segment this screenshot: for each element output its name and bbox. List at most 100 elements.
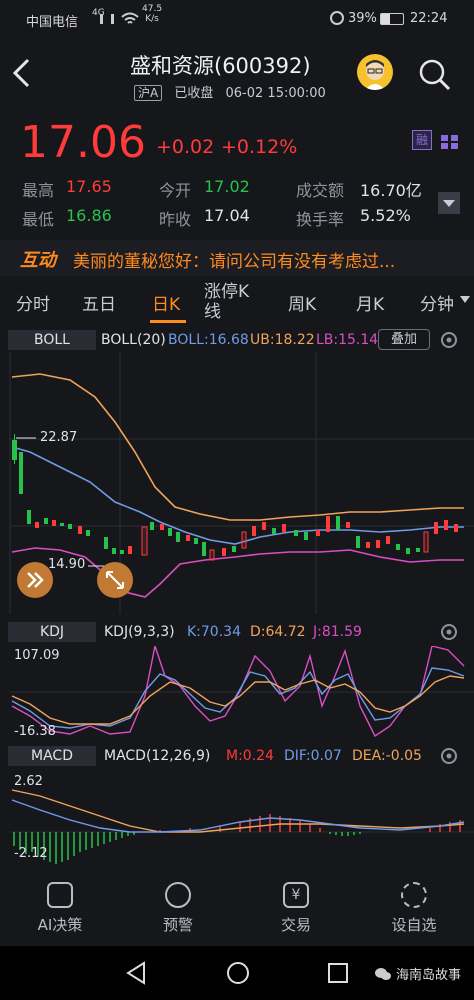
news-ticker[interactable]: 互动 美丽的董秘您好：请问公司有没有考虑过... — [0, 240, 474, 276]
boll-mid-value: BOLL:16.68 — [168, 332, 249, 348]
watchlist-icon — [401, 882, 427, 908]
low-value: 16.86 — [66, 206, 112, 225]
high-value: 17.65 — [66, 177, 112, 196]
kdj-params: KDJ(9,3,3) — [104, 624, 175, 640]
expand-left-button[interactable] — [17, 562, 53, 598]
market-state: 已收盘 — [174, 86, 214, 101]
price-change-percent: +0.12% — [221, 136, 298, 158]
margin-badge: 融 — [412, 130, 432, 150]
low-label: 最低 — [22, 210, 55, 229]
avatar[interactable] — [357, 54, 393, 90]
boll-header: BOLL BOLL(20) BOLL:16.68 UB:18.22 LB:15.… — [0, 328, 474, 352]
boll-high-mark: 22.87 — [40, 430, 78, 445]
chevron-down-icon — [443, 200, 455, 207]
kdj-header: KDJ KDJ(9,3,3) K:70.34 D:64.72 J:81.59 — [0, 620, 474, 644]
kdj-j-line — [11, 646, 465, 738]
kdj-k-value: K:70.34 — [187, 624, 241, 640]
high-label: 最高 — [22, 181, 55, 200]
tab-five-day[interactable]: 五日 — [82, 290, 116, 315]
news-text: 美丽的董秘您好：请问公司有没有考虑过... — [73, 252, 396, 272]
macd-m-value: M:0.24 — [226, 748, 274, 764]
carrier-label: 中国电信 — [26, 15, 79, 30]
kdj-axis-top: 107.09 — [14, 648, 60, 663]
wifi-icon — [121, 12, 139, 24]
macd-chart[interactable] — [0, 770, 474, 866]
overlay-button[interactable]: 叠加 — [378, 329, 430, 350]
speed-unit: K/s — [145, 14, 159, 24]
nav-alert-label: 预警 — [162, 916, 193, 934]
nav-alert[interactable]: 预警 — [138, 882, 218, 935]
boll-indicator-selector[interactable]: BOLL — [8, 330, 96, 350]
kdj-axis-bottom: -16.38 — [14, 724, 56, 739]
alert-icon — [165, 882, 191, 908]
turnover-label: 换手率 — [296, 210, 345, 229]
boll-ub-line — [11, 373, 464, 521]
nav-trade[interactable]: ¥ 交易 — [256, 882, 336, 935]
candles — [12, 434, 458, 561]
speed-value: 47.5 — [142, 4, 163, 14]
macd-indicator-selector[interactable]: MACD — [8, 746, 96, 766]
news-tag: 互动 — [20, 250, 56, 271]
tab-intraday[interactable]: 分时 — [16, 290, 50, 315]
clock: 22:24 — [410, 11, 448, 26]
boll-params: BOLL(20) — [101, 332, 166, 348]
quote-datetime: 06-02 15:00:00 — [225, 86, 326, 101]
recents-square-icon[interactable] — [326, 961, 350, 985]
trade-icon: ¥ — [283, 882, 309, 908]
expand-arrows-icon — [106, 571, 124, 589]
battery-percent: 39% — [348, 11, 377, 26]
bottom-nav: AI决策 预警 ¥ 交易 设自选 — [0, 876, 474, 946]
macd-dea-value: DEA:-0.05 — [352, 748, 422, 764]
active-tab-indicator — [150, 320, 186, 323]
search-icon[interactable] — [418, 58, 452, 92]
nav-watchlist[interactable]: 设自选 — [374, 882, 454, 935]
macd-params: MACD(12,26,9) — [104, 748, 211, 764]
boll-chart[interactable] — [0, 352, 474, 614]
period-tabs: 分时 五日 日K 涨停K线 周K 月K 分钟 — [0, 276, 474, 326]
home-circle-icon[interactable] — [226, 961, 250, 985]
macd-dif-value: DIF:0.07 — [284, 748, 342, 764]
boll-low-mark: 14.90 — [48, 557, 86, 572]
boll-lb-line — [11, 547, 464, 598]
grid-icon[interactable] — [440, 134, 460, 150]
tab-daily-k[interactable]: 日K — [152, 290, 180, 315]
boll-ub-value: UB:18.22 — [250, 332, 315, 348]
nav-ai-decision[interactable]: AI决策 — [20, 882, 100, 935]
wechat-icon — [375, 968, 391, 980]
boll-lb-value: LB:15.14 — [316, 332, 379, 348]
tab-limit-up-k[interactable]: 涨停K线 — [204, 282, 260, 322]
dropdown-icon[interactable] — [460, 296, 470, 304]
market-badge: 沪A — [134, 85, 163, 101]
macd-axis-top: 2.62 — [14, 774, 43, 789]
expand-quote-button[interactable] — [438, 192, 460, 214]
fullscreen-button[interactable] — [97, 562, 133, 598]
tab-monthly-k[interactable]: 月K — [356, 290, 384, 315]
macd-settings-icon[interactable] — [438, 745, 460, 767]
alarm-icon — [330, 11, 344, 25]
stock-header: 盛和资源(600392) 沪A 已收盘 06-02 15:00:00 — [0, 38, 474, 110]
macd-header: MACD MACD(12,26,9) M:0.24 DIF:0.07 DEA:-… — [0, 744, 474, 768]
kdj-chart[interactable] — [0, 646, 474, 738]
tab-weekly-k[interactable]: 周K — [288, 290, 316, 315]
macd-dea-line — [11, 789, 465, 833]
double-chevron-right-icon — [27, 572, 44, 588]
kdj-settings-icon[interactable] — [438, 621, 460, 643]
last-price: 17.06 — [20, 117, 146, 168]
open-label: 今开 — [159, 181, 192, 200]
kdj-indicator-selector[interactable]: KDJ — [8, 622, 96, 642]
stock-title: 盛和资源(600392) — [130, 54, 311, 78]
settings-icon[interactable] — [438, 329, 460, 351]
back-arrow-icon[interactable] — [10, 58, 32, 88]
status-bar: 中国电信 4G 47.5 K/s 39% 22:24 — [0, 0, 474, 38]
tab-minute[interactable]: 分钟 — [420, 290, 454, 315]
volume-label: 成交额 — [296, 181, 345, 200]
kdj-j-value: J:81.59 — [313, 624, 362, 640]
back-triangle-icon[interactable] — [124, 961, 148, 985]
system-nav-bar: 海南岛故事 — [0, 946, 474, 1000]
prev-close-label: 昨收 — [159, 210, 192, 229]
open-value: 17.02 — [204, 177, 250, 196]
prev-close-value: 17.04 — [204, 206, 250, 225]
turnover-value: 5.52% — [360, 206, 411, 225]
nav-watchlist-label: 设自选 — [391, 916, 437, 934]
macd-axis-bottom: -2.12 — [14, 846, 48, 861]
